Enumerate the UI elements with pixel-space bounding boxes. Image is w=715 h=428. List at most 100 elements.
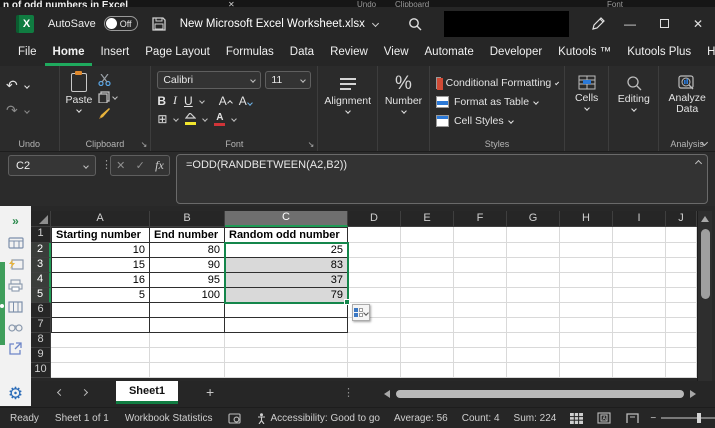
cell-H6[interactable] <box>560 303 613 318</box>
menu-tab-kutools[interactable]: Kutools ™ <box>550 40 619 66</box>
cell-G9[interactable] <box>507 348 560 363</box>
cell-A9[interactable] <box>51 348 150 363</box>
increase-font-button[interactable]: A <box>219 94 232 108</box>
paste-button[interactable]: Paste <box>66 71 93 120</box>
cell-A3[interactable]: 15 <box>51 258 150 273</box>
cell-G8[interactable] <box>507 333 560 348</box>
menu-tab-formulas[interactable]: Formulas <box>218 40 282 66</box>
column-header-h[interactable]: H <box>560 211 613 227</box>
cell-C4[interactable]: 37 <box>225 273 348 288</box>
cell-A4[interactable]: 16 <box>51 273 150 288</box>
format-as-table-button[interactable]: Format as Table <box>436 92 558 111</box>
bold-button[interactable]: B <box>157 94 166 108</box>
column-header-c[interactable]: C <box>225 211 348 227</box>
close-button[interactable]: ✕ <box>681 9 715 39</box>
cell-H10[interactable] <box>560 363 613 378</box>
horizontal-scrollbar[interactable] <box>384 387 710 400</box>
page-break-view-icon[interactable] <box>624 412 640 425</box>
cell-E1[interactable] <box>401 227 454 243</box>
kutools-pane-handle[interactable] <box>0 262 5 345</box>
cell-styles-button[interactable]: Cell Styles <box>436 111 558 130</box>
autofill-options-button[interactable] <box>352 304 370 321</box>
font-dialog-launcher-icon[interactable]: ↘ <box>308 140 315 149</box>
pane-expand-icon[interactable]: » <box>12 214 19 228</box>
cell-B10[interactable] <box>150 363 225 378</box>
copy-button[interactable] <box>98 91 117 103</box>
cell-D5[interactable] <box>348 288 401 303</box>
font-name-select[interactable]: Calibri <box>157 71 261 89</box>
cell-C1[interactable]: Random odd number <box>225 227 348 243</box>
cell-C3[interactable]: 83 <box>225 258 348 273</box>
cells-button[interactable]: Cells <box>571 71 602 110</box>
zoom-out-button[interactable]: − <box>650 413 656 424</box>
row-header-6[interactable]: 6 <box>31 303 51 318</box>
row-header-4[interactable]: 4 <box>31 273 51 288</box>
macro-record-icon[interactable] <box>228 413 241 424</box>
cell-G3[interactable] <box>507 258 560 273</box>
cell-I9[interactable] <box>613 348 666 363</box>
menu-tab-kutools-plus[interactable]: Kutools Plus <box>619 40 699 66</box>
cell-G6[interactable] <box>507 303 560 318</box>
minimize-button[interactable]: — <box>613 9 647 39</box>
cell-B2[interactable]: 80 <box>150 243 225 258</box>
cell-A6[interactable] <box>51 303 150 318</box>
font-color-button[interactable]: A <box>214 113 225 126</box>
cell-D3[interactable] <box>348 258 401 273</box>
cell-E9[interactable] <box>401 348 454 363</box>
formula-input[interactable]: =ODD(RANDBETWEEN(A2,B2)) <box>176 154 708 204</box>
cell-B3[interactable]: 90 <box>150 258 225 273</box>
cell-B6[interactable] <box>150 303 225 318</box>
cell-A7[interactable] <box>51 318 150 333</box>
column-header-j[interactable]: J <box>666 211 697 227</box>
save-icon[interactable] <box>152 17 166 31</box>
row-header-1[interactable]: 1 <box>31 227 51 243</box>
row-header-7[interactable]: 7 <box>31 318 51 333</box>
cell-H3[interactable] <box>560 258 613 273</box>
redo-button[interactable]: ↷ <box>6 102 53 119</box>
cell-I8[interactable] <box>613 333 666 348</box>
cell-C9[interactable] <box>225 348 348 363</box>
cell-I5[interactable] <box>613 288 666 303</box>
autosave-toggle[interactable]: Off <box>104 16 138 31</box>
maximize-button[interactable] <box>647 9 681 39</box>
underline-dropdown-icon[interactable] <box>199 98 205 104</box>
cell-J5[interactable] <box>666 288 697 303</box>
row-header-9[interactable]: 9 <box>31 348 51 363</box>
sheet-tab-sheet1[interactable]: Sheet1 <box>116 381 178 404</box>
title-dropdown-icon[interactable] <box>372 20 379 27</box>
fill-color-button[interactable] <box>185 113 196 125</box>
kutools-export-icon[interactable] <box>9 342 22 355</box>
cell-H7[interactable] <box>560 318 613 333</box>
previous-sheet-icon[interactable] <box>57 389 64 396</box>
menu-tab-view[interactable]: View <box>376 40 417 66</box>
name-box[interactable]: C2 <box>8 155 96 176</box>
zoom-slider[interactable] <box>661 417 715 419</box>
cell-I3[interactable] <box>613 258 666 273</box>
cell-F9[interactable] <box>454 348 507 363</box>
next-sheet-icon[interactable] <box>81 389 88 396</box>
scroll-left-icon[interactable] <box>384 390 390 398</box>
cell-E8[interactable] <box>401 333 454 348</box>
cell-J4[interactable] <box>666 273 697 288</box>
editing-button[interactable]: Editing <box>615 71 652 111</box>
cell-H8[interactable] <box>560 333 613 348</box>
row-header-5[interactable]: 5 <box>31 288 51 303</box>
menu-tab-developer[interactable]: Developer <box>482 40 550 66</box>
cell-C7[interactable] <box>225 318 348 333</box>
column-header-e[interactable]: E <box>401 211 454 227</box>
cell-J8[interactable] <box>666 333 697 348</box>
zoom-slider-thumb[interactable] <box>697 413 701 423</box>
tab-splitter-grip[interactable]: ⋮ <box>343 386 354 399</box>
kutools-print-icon[interactable] <box>8 279 23 292</box>
italic-button[interactable]: I <box>173 93 177 108</box>
fill-handle[interactable] <box>344 299 350 305</box>
underline-button[interactable]: U <box>184 94 193 108</box>
kutools-formula-pane-icon[interactable] <box>8 258 24 270</box>
kutools-settings-gear-icon[interactable]: ⚙ <box>0 381 31 406</box>
cell-J6[interactable] <box>666 303 697 318</box>
cell-E6[interactable] <box>401 303 454 318</box>
cell-G5[interactable] <box>507 288 560 303</box>
cell-B4[interactable]: 95 <box>150 273 225 288</box>
cell-J2[interactable] <box>666 243 697 258</box>
cell-G7[interactable] <box>507 318 560 333</box>
